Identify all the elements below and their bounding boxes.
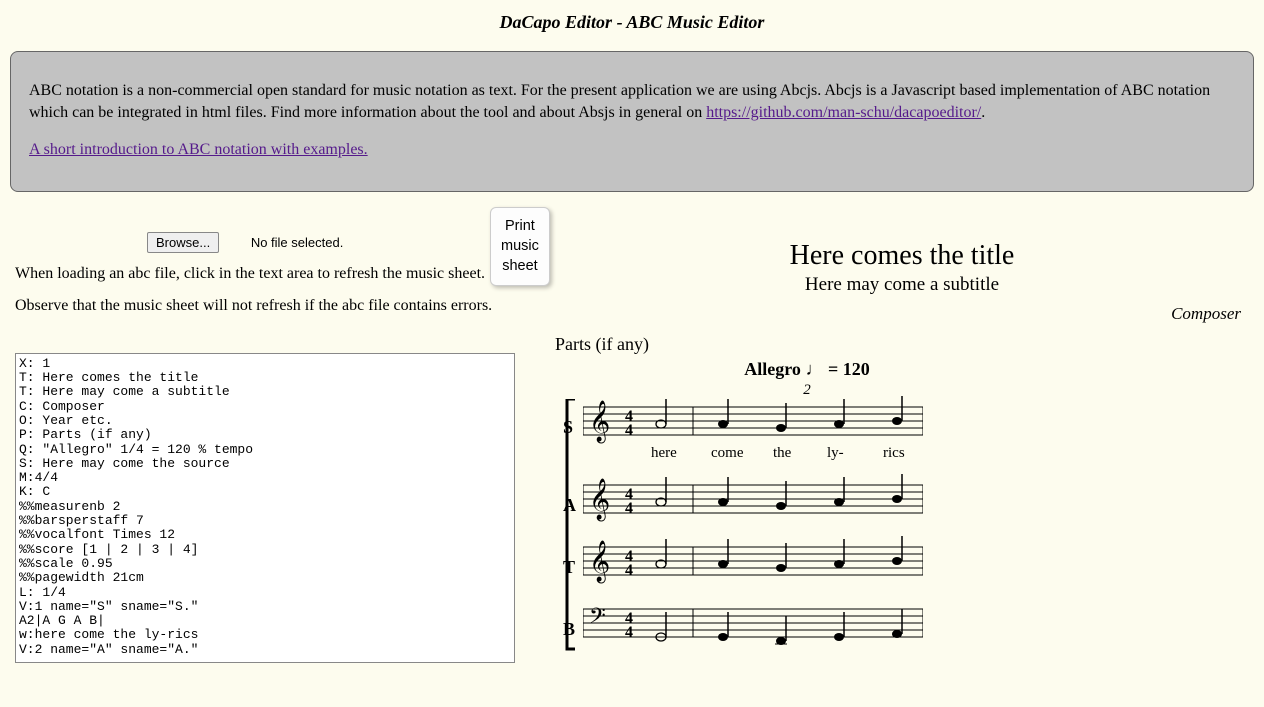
no-file-label: No file selected.: [251, 235, 344, 250]
lyric: come: [711, 445, 743, 462]
svg-text:𝄢: 𝄢: [589, 604, 606, 633]
staff-t: 𝄞 4 4: [583, 535, 923, 591]
tempo-text: Allegro: [744, 359, 801, 379]
github-link[interactable]: https://github.com/man-schu/dacapoeditor…: [706, 104, 981, 121]
quarter-note-icon: ♩: [805, 359, 823, 379]
info-box: ABC notation is a non-commercial open st…: [10, 51, 1254, 192]
info-para-2: A short introduction to ABC notation wit…: [29, 139, 1235, 161]
tempo-marking: Allegro ♩ = 120: [555, 359, 1249, 380]
lyric: rics: [883, 445, 905, 462]
voice-label-a: A: [563, 495, 576, 516]
svg-text:𝄞: 𝄞: [589, 540, 610, 583]
staff-a: 𝄞 4 4: [583, 473, 923, 529]
svg-text:𝄞: 𝄞: [589, 400, 610, 443]
svg-text:4: 4: [625, 624, 633, 641]
sheet-title: Here comes the title: [555, 240, 1249, 272]
staff-b: 𝄢 4 4: [583, 597, 923, 653]
info-text: ABC notation is a non-commercial open st…: [29, 82, 1210, 121]
voice-label-b: B: [563, 619, 575, 640]
sheet-composer: Composer: [555, 304, 1241, 324]
hint-line-1: When loading an abc file, click in the t…: [15, 265, 535, 283]
sheet-subtitle: Here may come a subtitle: [555, 274, 1249, 296]
print-button[interactable]: Print music sheet: [490, 207, 550, 286]
file-chooser-row: Browse... No file selected.: [15, 232, 535, 253]
lyric: the: [773, 445, 791, 462]
svg-text:4: 4: [625, 562, 633, 579]
browse-button[interactable]: Browse...: [147, 232, 219, 253]
svg-text:4: 4: [625, 500, 633, 517]
hint-line-2: Observe that the music sheet will not re…: [15, 297, 535, 315]
page-title: DaCapo Editor - ABC Music Editor: [0, 0, 1264, 51]
sheet-parts: Parts (if any): [555, 334, 1249, 355]
abc-textarea[interactable]: [15, 353, 515, 663]
sheet-header: Here comes the title Here may come a sub…: [555, 240, 1249, 296]
score: S 𝄞 4 4: [555, 395, 1249, 647]
staff-s: 𝄞 4 4: [583, 395, 923, 451]
voice-label-t: T: [563, 557, 575, 578]
info-para-1: ABC notation is a non-commercial open st…: [29, 80, 1235, 123]
svg-text:4: 4: [625, 422, 633, 439]
print-button-label: Print music sheet: [501, 218, 539, 275]
info-suffix: .: [981, 104, 985, 121]
voice-label-s: S: [563, 417, 573, 438]
tempo-value: = 120: [823, 359, 869, 379]
intro-link[interactable]: A short introduction to ABC notation wit…: [29, 141, 368, 158]
lyric: here: [651, 445, 677, 462]
lyric: ly-: [827, 445, 844, 462]
svg-text:𝄞: 𝄞: [589, 478, 610, 521]
